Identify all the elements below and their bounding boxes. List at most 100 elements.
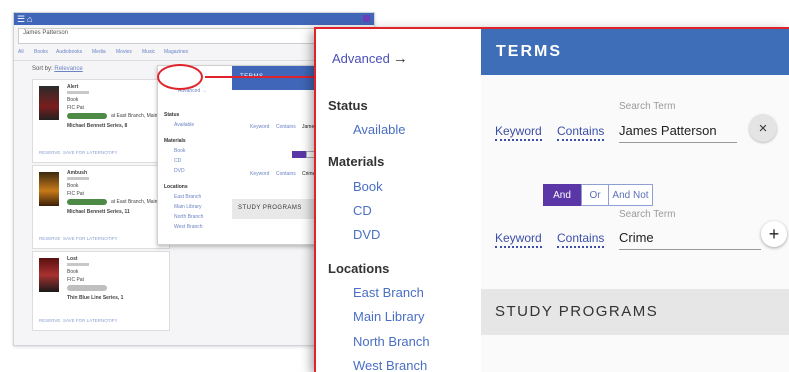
app-top-bar: ☰ ⌂ (14, 13, 374, 25)
menu-icon[interactable]: ☰ (17, 14, 25, 24)
result-call-number: FIC Pat (67, 191, 84, 197)
filter-book[interactable]: Book (353, 179, 383, 194)
book-cover-image[interactable] (39, 86, 59, 120)
operator-dropdown-contains[interactable]: Contains (557, 124, 605, 141)
result-format: Book (67, 97, 79, 103)
tab-magazines[interactable]: Magazines (164, 49, 188, 55)
filter-main-library[interactable]: Main Library (353, 309, 425, 324)
mini-filter-available[interactable]: Available (174, 122, 194, 128)
or-button[interactable]: Or (581, 184, 609, 206)
mini-keyword-dropdown[interactable]: Keyword (250, 171, 269, 177)
result-title[interactable]: Alert (67, 84, 78, 90)
tab-movies[interactable]: Movies (116, 49, 132, 55)
result-title[interactable]: Lost (67, 256, 78, 262)
result-location: at East Branch, Main (111, 113, 158, 119)
field-dropdown-keyword[interactable]: Keyword (495, 231, 542, 248)
tab-audiobooks[interactable]: Audiobooks (56, 49, 82, 55)
result-location: at East Branch, Main (111, 199, 158, 205)
mini-materials-heading: Materials (164, 138, 186, 144)
result-series: Thin Blue Line Series, 1 (67, 295, 124, 301)
add-icon[interactable]: + (761, 221, 787, 247)
sort-label: Sort by: (32, 66, 53, 72)
zoomed-advanced-search-panel: Advanced → Status Available Materials Bo… (314, 27, 789, 372)
materials-heading: Materials (328, 154, 385, 169)
notify-button[interactable]: NOTIFY (101, 318, 118, 323)
callout-connector (205, 76, 320, 78)
filter-west-branch[interactable]: West Branch (353, 358, 427, 372)
reserve-button[interactable]: RESERVE (39, 150, 60, 155)
search-term-label: Search Term (619, 209, 676, 220)
author-line (67, 263, 89, 266)
advanced-label: Advanced (332, 51, 390, 66)
filter-dvd[interactable]: DVD (353, 227, 380, 242)
field-dropdown-keyword[interactable]: Keyword (495, 124, 542, 141)
notify-button[interactable]: NOTIFY (101, 236, 118, 241)
tab-music[interactable]: Music (142, 49, 155, 55)
mini-contains-dropdown[interactable]: Contains (276, 171, 296, 177)
advanced-link[interactable]: Advanced → (332, 50, 408, 67)
filter-north-branch[interactable]: North Branch (353, 334, 430, 349)
mini-filter-location[interactable]: West Branch (174, 224, 203, 230)
mini-filter-location[interactable]: North Branch (174, 214, 203, 220)
search-input-value: James Patterson (23, 30, 69, 36)
mini-filter-book[interactable]: Book (174, 148, 185, 154)
result-card[interactable]: Ambush Book FIC Pat at East Branch, Main… (32, 165, 170, 249)
search-term-input[interactable]: Crime (619, 230, 761, 250)
filter-cd[interactable]: CD (353, 203, 372, 218)
mini-filter-dvd[interactable]: DVD (174, 168, 185, 174)
sort-control[interactable]: Sort by: Relevance (32, 66, 83, 72)
terms-header: TERMS (481, 29, 789, 75)
result-title[interactable]: Ambush (67, 170, 87, 176)
filter-east-branch[interactable]: East Branch (353, 285, 424, 300)
highlight-circle (157, 64, 203, 90)
notify-button[interactable]: NOTIFY (101, 150, 118, 155)
operator-dropdown-contains[interactable]: Contains (557, 231, 605, 248)
and-button[interactable]: And (543, 184, 581, 206)
mini-contains-dropdown[interactable]: Contains (276, 124, 296, 130)
author-line (67, 91, 89, 94)
study-programs-label: STUDY PROGRAMS (495, 303, 659, 320)
mini-keyword-dropdown[interactable]: Keyword (250, 124, 269, 130)
mini-filter-location[interactable]: East Branch (174, 194, 201, 200)
tab-all[interactable]: All (18, 49, 24, 55)
search-term-label: Search Term (619, 101, 676, 112)
mini-filter-cd[interactable]: CD (174, 158, 181, 164)
locations-heading: Locations (328, 261, 390, 276)
filter-sidebar: Advanced → Status Available Materials Bo… (316, 29, 482, 372)
tab-media[interactable]: Media (92, 49, 106, 55)
result-card[interactable]: Alert Book FIC Pat at East Branch, Main … (32, 79, 170, 163)
book-cover-image[interactable] (39, 172, 59, 206)
tab-books[interactable]: Books (34, 49, 48, 55)
save-for-later-button[interactable]: SAVE FOR LATER (63, 236, 101, 241)
result-format: Book (67, 183, 79, 189)
mini-study-label: STUDY PROGRAMS (238, 205, 302, 211)
reserve-button[interactable]: RESERVE (39, 318, 60, 323)
reserve-button[interactable]: RESERVE (39, 236, 60, 241)
book-cover-image[interactable] (39, 258, 59, 292)
home-icon[interactable]: ⌂ (27, 14, 32, 24)
sort-value[interactable]: Relevance (54, 66, 82, 72)
result-card[interactable]: Lost Book FIC Pat Thin Blue Line Series,… (32, 251, 170, 331)
terms-title: TERMS (496, 43, 562, 60)
study-programs-section[interactable]: STUDY PROGRAMS (481, 289, 789, 335)
status-heading: Status (328, 98, 368, 113)
mini-locations-heading: Locations (164, 184, 188, 190)
save-for-later-button[interactable]: SAVE FOR LATER (63, 150, 101, 155)
result-call-number: FIC Pat (67, 277, 84, 283)
mini-status-heading: Status (164, 112, 180, 118)
filter-available[interactable]: Available (353, 122, 406, 137)
result-format: Book (67, 269, 79, 275)
result-call-number: FIC Pat (67, 105, 84, 111)
availability-badge (67, 285, 107, 291)
search-term-input[interactable]: James Patterson (619, 123, 737, 143)
author-line (67, 177, 89, 180)
mini-filter-location[interactable]: Main Library (174, 204, 202, 210)
result-series: Michael Bennett Series, 11 (67, 209, 130, 215)
arrow-right-icon: → (392, 50, 408, 67)
availability-badge (67, 113, 107, 119)
account-icon[interactable] (363, 15, 370, 22)
close-icon[interactable]: × (749, 114, 777, 142)
mini-and-button[interactable] (292, 151, 306, 158)
and-not-button[interactable]: And Not (609, 184, 653, 206)
save-for-later-button[interactable]: SAVE FOR LATER (63, 318, 101, 323)
